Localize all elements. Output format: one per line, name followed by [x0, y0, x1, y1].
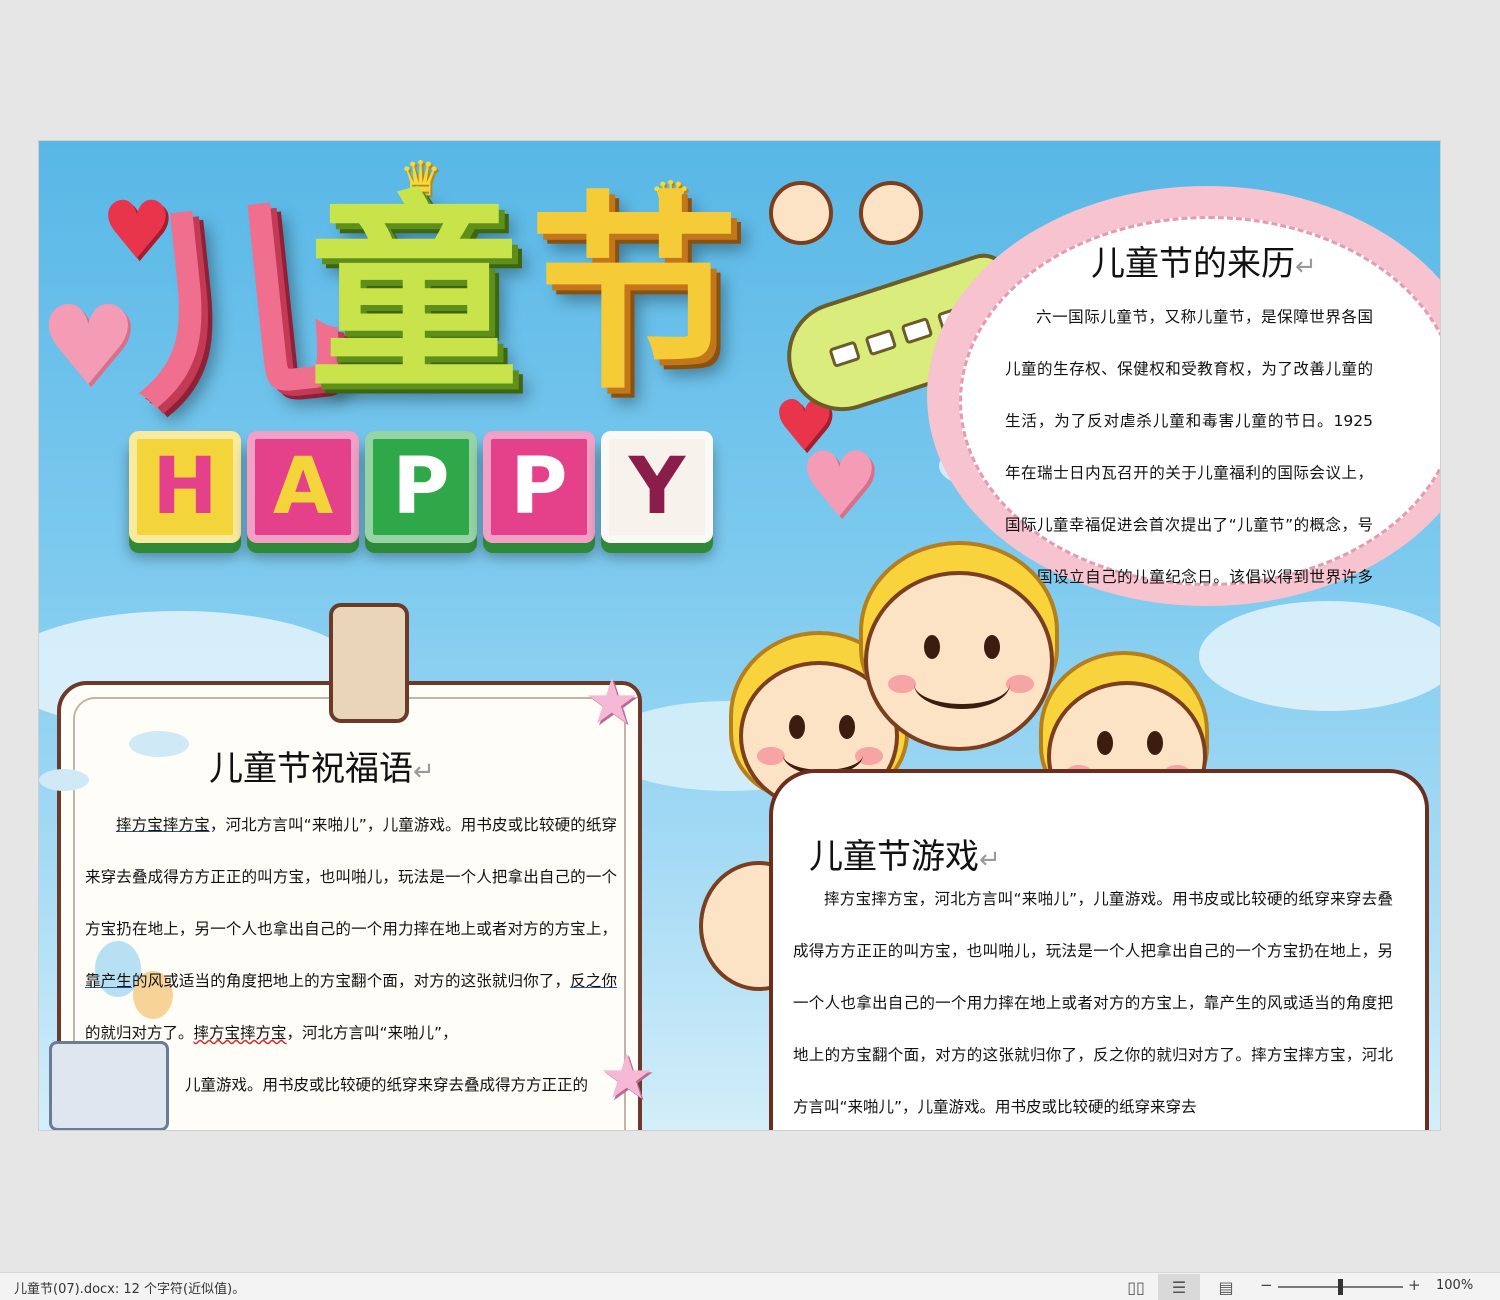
plane-kid-face: [859, 181, 923, 245]
happy-letter-block: P: [365, 431, 477, 543]
wishes-title-text: 儿童节祝福语: [209, 749, 413, 789]
title-char-jie: 节: [529, 173, 740, 418]
zoom-slider-thumb[interactable]: [1338, 1279, 1343, 1295]
paragraph-mark-icon: ↵: [413, 757, 435, 787]
happy-letter-block: P: [483, 431, 595, 543]
happy-letter-block: A: [247, 431, 359, 543]
title-char-tong: 童: [309, 173, 520, 418]
cloud-decoration: [129, 731, 189, 757]
wishes-paragraph[interactable]: 摔方宝摔方宝，河北方言叫“来啪儿”，儿童游戏。用书皮或比较硬的纸穿来穿去叠成得方…: [85, 799, 617, 1059]
wishes-body[interactable]: 摔方宝摔方宝，河北方言叫“来啪儿”，儿童游戏。用书皮或比较硬的纸穿来穿去叠成得方…: [85, 799, 617, 1111]
history-title-text: 儿童节的来历: [1091, 244, 1295, 284]
zoom-in-button[interactable]: +: [1408, 1276, 1421, 1294]
heart-balloon-icon: ♥: [799, 433, 880, 538]
history-paragraph[interactable]: 六一国际儿童节，又称儿童节，是保障世界各国儿童的生存权、保健权和受教育权，为了改…: [1005, 291, 1373, 613]
read-mode-button[interactable]: ▯▯: [1115, 1274, 1157, 1300]
games-paragraph[interactable]: 摔方宝摔方宝，河北方言叫“来啪儿”，儿童游戏。用书皮或比较硬的纸穿来穿去叠成得方…: [793, 873, 1393, 1130]
happy-blocks: HAPPY: [129, 431, 713, 543]
history-body[interactable]: 六一国际儿童节，又称儿童节，是保障世界各国儿童的生存权、保健权和受教育权，为了改…: [1005, 291, 1373, 613]
web-layout-icon: ▤: [1218, 1277, 1234, 1297]
paragraph-mark-icon: ↵: [1295, 252, 1317, 282]
heart-balloon-icon: ♥: [39, 282, 138, 410]
paragraph-mark-icon: ↵: [979, 845, 1001, 875]
kid-face: [864, 571, 1054, 751]
read-mode-icon: ▯▯: [1127, 1277, 1145, 1297]
document-canvas[interactable]: ♥ ♥ ♥ ♥ ♛ ♛ 儿 童 节 HAPPY 儿童节的来历↵ 六一国际儿童节，…: [0, 0, 1500, 1272]
wishes-title[interactable]: 儿童节祝福语↵: [209, 741, 435, 790]
print-layout-icon: ☰: [1171, 1277, 1187, 1297]
status-bar: 儿童节(07).docx: 12 个字符(近似值)。 ▯▯ ☰ ▤ − + 10…: [0, 1272, 1500, 1300]
cloud-decoration: [1199, 601, 1440, 711]
games-title-text: 儿童节游戏: [809, 837, 979, 877]
happy-letter-block: H: [129, 431, 241, 543]
games-body[interactable]: 摔方宝摔方宝，河北方言叫“来啪儿”，儿童游戏。用书皮或比较硬的纸穿来穿去叠成得方…: [793, 873, 1393, 1130]
cloud-decoration: [39, 769, 89, 791]
history-title[interactable]: 儿童节的来历↵: [1091, 236, 1317, 285]
history-textbox[interactable]: 六一国际儿童节，又称儿童节，是保障世界各国儿童的生存权、保健权和受教育权，为了改…: [1005, 291, 1373, 613]
zoom-out-button[interactable]: −: [1260, 1276, 1273, 1294]
document-page[interactable]: ♥ ♥ ♥ ♥ ♛ ♛ 儿 童 节 HAPPY 儿童节的来历↵ 六一国际儿童节，…: [38, 140, 1441, 1131]
wishes-paragraph[interactable]: 儿童游戏。用书皮或比较硬的纸穿来穿去叠成得方方正正的: [85, 1059, 617, 1111]
print-layout-button[interactable]: ☰: [1158, 1274, 1200, 1300]
web-layout-button[interactable]: ▤: [1205, 1274, 1247, 1300]
paper-clip-illustration: [329, 603, 409, 723]
star-icon: ★: [584, 665, 640, 738]
games-title[interactable]: 儿童节游戏↵: [809, 829, 1001, 878]
zoom-level[interactable]: 100%: [1436, 1278, 1473, 1293]
word-count-status[interactable]: 儿童节(07).docx: 12 个字符(近似值)。: [14, 1278, 245, 1297]
plane-kid-face: [769, 181, 833, 245]
happy-letter-block: Y: [601, 431, 713, 543]
